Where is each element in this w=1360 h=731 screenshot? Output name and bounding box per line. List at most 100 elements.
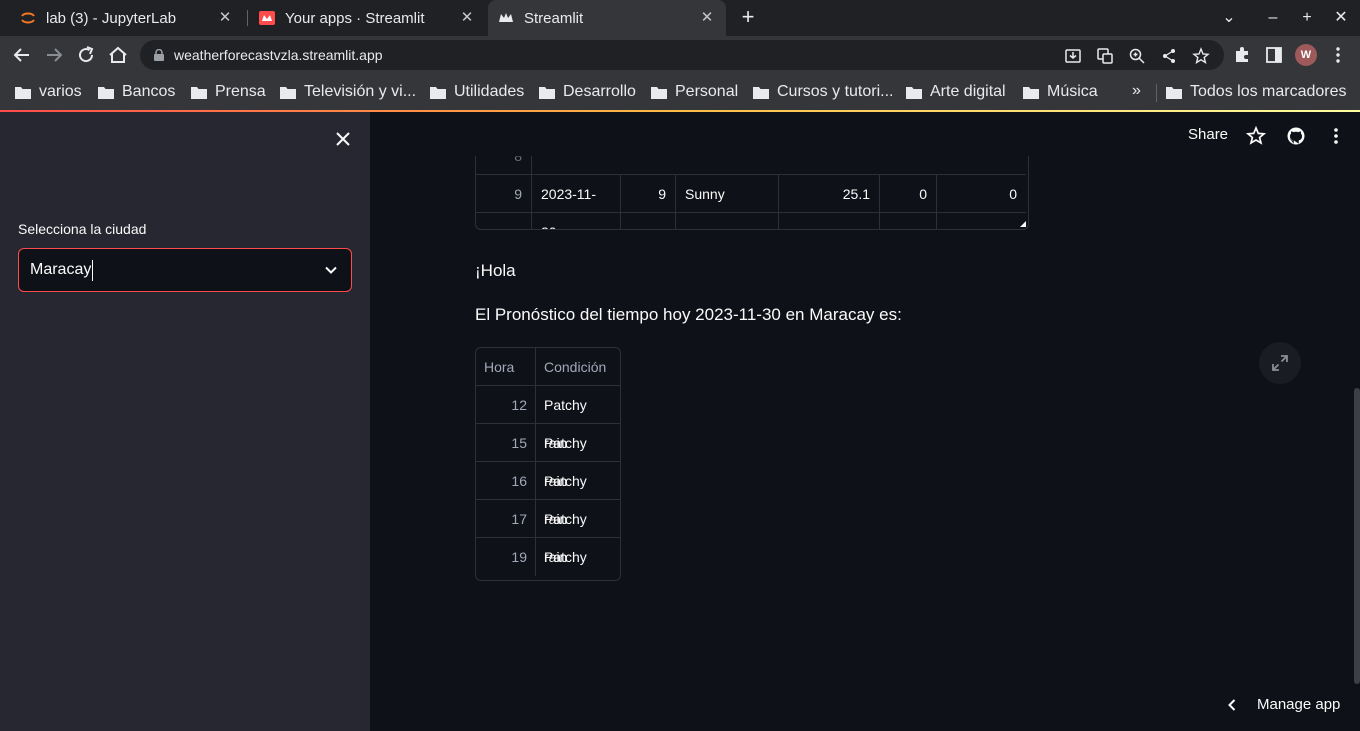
close-tab-icon[interactable]: ✕ [698, 9, 716, 27]
tab-search-icon[interactable]: ⌄ [1217, 6, 1241, 30]
app-menu-icon[interactable] [1326, 126, 1346, 146]
temperature-cell: 25.1 [779, 175, 880, 213]
condition-cell: Patchy rain [544, 511, 587, 565]
github-icon[interactable] [1286, 126, 1306, 146]
condition-cell: Sunny [676, 175, 779, 213]
table-row: 15 Patchy rain [476, 424, 620, 489]
condition-cell: Patchy rain [544, 549, 587, 565]
close-sidebar-icon[interactable] [332, 128, 354, 150]
lock-icon[interactable] [154, 49, 164, 61]
close-tab-icon[interactable]: ✕ [216, 9, 234, 27]
zoom-icon[interactable] [1128, 47, 1146, 65]
folder-icon [191, 86, 207, 99]
main-content: Share 8 9 2023-11-30 9 Sunny 25.1 0 0 ¡H… [370, 112, 1360, 731]
more-bookmarks-button[interactable]: » [1132, 82, 1141, 100]
hour-cell: 17 [476, 500, 536, 538]
text-cursor [92, 260, 93, 281]
home-icon[interactable] [106, 43, 130, 67]
maximize-icon[interactable]: + [1295, 6, 1319, 30]
row-index: 9 [476, 175, 532, 213]
close-tab-icon[interactable]: ✕ [458, 9, 476, 27]
bookmark-folder[interactable]: Prensa [191, 82, 266, 102]
resize-handle-icon[interactable] [1020, 221, 1026, 227]
folder-icon [1023, 86, 1039, 99]
forward-icon[interactable] [42, 43, 66, 67]
browser-tab-bar: lab (3) - JupyterLab ✕ Your apps · Strea… [0, 0, 1360, 36]
chevron-down-icon[interactable] [323, 262, 339, 278]
folder-icon [906, 86, 922, 99]
column-header-hora[interactable]: Hora [476, 348, 536, 386]
condition-cell: Patchy rain [544, 397, 587, 451]
url-text: weatherforecastvzla.streamlit.app [174, 47, 383, 63]
manage-app-button[interactable]: Manage app [1225, 696, 1340, 713]
table-header-row: Hora Condición [476, 348, 620, 386]
bookmark-folder[interactable]: Televisión y vi... [280, 82, 416, 102]
reload-icon[interactable] [74, 43, 98, 67]
bookmark-folder[interactable]: Utilidades [430, 82, 524, 102]
share-icon[interactable] [1160, 47, 1178, 65]
install-app-icon[interactable] [1064, 47, 1082, 65]
hourly-dataframe[interactable]: Hora Condición 12 Patchy rain 15 Patchy … [475, 347, 621, 581]
tab-your-apps[interactable]: Your apps · Streamlit ✕ [250, 0, 486, 36]
tab-title: Streamlit [524, 9, 584, 27]
fullscreen-button[interactable] [1259, 342, 1301, 384]
table-row: 17 Patchy rain [476, 500, 620, 565]
bookmark-folder[interactable]: Desarrollo [539, 82, 636, 102]
minimize-icon[interactable]: – [1261, 6, 1285, 30]
back-icon[interactable] [10, 43, 34, 67]
translate-icon[interactable] [1096, 47, 1114, 65]
date-cell: 2023-11-30 [532, 175, 621, 229]
table-row [476, 213, 1026, 229]
column-header-condicion[interactable]: Condición [536, 348, 620, 386]
close-window-icon[interactable]: ✕ [1329, 6, 1353, 30]
tab-title: lab (3) - JupyterLab [46, 9, 177, 27]
folder-icon [98, 86, 114, 99]
bookmark-label: varios [39, 83, 82, 100]
bookmark-label: Arte digital [930, 83, 1006, 100]
value-cell: 0 [880, 175, 937, 213]
scrollbar[interactable] [1354, 388, 1360, 684]
new-tab-button[interactable]: + [736, 6, 760, 30]
address-bar[interactable]: weatherforecastvzla.streamlit.app [140, 40, 1224, 70]
forecast-dataframe[interactable]: 8 9 2023-11-30 9 Sunny 25.1 0 0 [475, 156, 1029, 230]
bookmark-label: Televisión y vi... [304, 83, 417, 100]
bookmark-label: Utilidades [454, 83, 525, 100]
empty-cell [532, 213, 621, 229]
sidebar: Selecciona la ciudad Maracay [0, 112, 370, 731]
hour-cell: 12 [476, 386, 536, 424]
bookmark-folder[interactable]: Arte digital [906, 82, 1006, 102]
bookmark-folder[interactable]: Cursos y tutori... [753, 82, 893, 102]
tab-jupyterlab[interactable]: lab (3) - JupyterLab ✕ [8, 0, 244, 36]
hour-cell: 19 [476, 538, 536, 576]
bookmark-folder[interactable]: Personal [651, 82, 738, 102]
folder-icon [15, 86, 31, 99]
bookmark-star-icon[interactable] [1192, 47, 1210, 65]
bookmark-label: Bancos [122, 83, 176, 100]
manage-app-label: Manage app [1257, 696, 1341, 713]
bookmark-folder[interactable]: Música [1023, 82, 1098, 102]
share-button[interactable]: Share [1188, 126, 1228, 143]
browser-menu-icon[interactable] [1328, 45, 1348, 65]
browser-toolbar: weatherforecastvzla.streamlit.app W [0, 36, 1360, 74]
hour-cell: 9 [621, 175, 676, 213]
side-panel-icon[interactable] [1264, 45, 1284, 65]
expand-icon [1272, 355, 1288, 371]
tab-separator [247, 10, 248, 26]
empty-cell [779, 213, 880, 229]
bookmark-folder[interactable]: Bancos [98, 82, 175, 102]
bookmarks-bar: varios Bancos Prensa Televisión y vi... … [0, 74, 1360, 110]
bookmarks-separator [1156, 84, 1157, 102]
city-select[interactable]: Maracay [18, 248, 352, 292]
streamlit-crown-icon [499, 13, 513, 22]
city-select-value[interactable]: Maracay [30, 261, 91, 279]
star-icon[interactable] [1246, 126, 1266, 146]
bookmark-folder[interactable]: varios [15, 82, 82, 102]
extensions-icon[interactable] [1232, 45, 1252, 65]
value-cell: 0 [1009, 186, 1017, 202]
all-bookmarks-folder[interactable]: Todos los marcadores [1166, 82, 1347, 102]
profile-avatar[interactable]: W [1295, 44, 1317, 66]
condition-cell: Patchy rain [544, 435, 587, 489]
table-row: 8 [476, 156, 1026, 175]
tab-streamlit[interactable]: Streamlit ✕ [488, 0, 726, 36]
bookmark-label: Personal [675, 83, 739, 100]
